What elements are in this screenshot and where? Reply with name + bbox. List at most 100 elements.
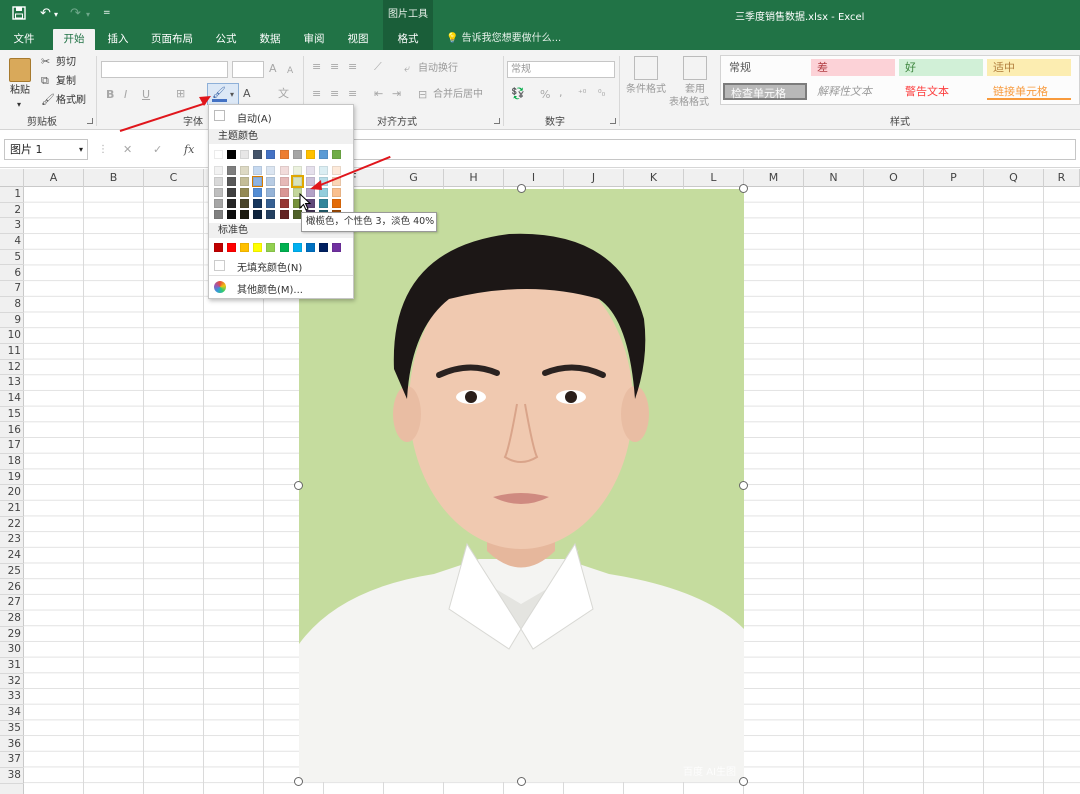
alignment-launcher-icon[interactable] — [494, 118, 500, 124]
number-launcher-icon[interactable] — [610, 118, 616, 124]
italic-button[interactable]: I — [124, 88, 127, 102]
color-swatch[interactable] — [240, 150, 250, 159]
color-swatch[interactable] — [266, 177, 276, 186]
column-header[interactable]: M — [744, 169, 804, 187]
resize-handle[interactable] — [739, 184, 748, 193]
row-header[interactable]: 34 — [0, 705, 24, 721]
table-format-label-2[interactable]: 表格格式 — [669, 96, 709, 110]
column-header[interactable]: Q — [984, 169, 1044, 187]
cut-button[interactable]: 剪切 — [56, 56, 76, 70]
orientation-icon[interactable]: ⟋ — [374, 60, 382, 74]
tab-format[interactable]: 格式 — [383, 29, 433, 50]
color-swatch[interactable] — [266, 150, 276, 159]
row-header[interactable]: 16 — [0, 423, 24, 439]
color-swatch[interactable] — [292, 150, 302, 159]
style-bad[interactable]: 差 — [811, 59, 895, 76]
column-header[interactable]: J — [564, 169, 624, 187]
confirm-entry-icon[interactable]: ✓ — [153, 143, 162, 157]
tell-me-box[interactable]: 💡 告诉我您想要做什么... — [446, 29, 561, 50]
column-header[interactable]: C — [144, 169, 204, 187]
color-swatch[interactable] — [279, 199, 289, 208]
color-swatch[interactable] — [279, 243, 289, 252]
select-all-corner[interactable] — [0, 169, 24, 187]
tab-review[interactable]: 审阅 — [294, 29, 334, 50]
bold-button[interactable]: B — [106, 88, 114, 102]
style-linked[interactable]: 链接单元格 — [987, 83, 1071, 100]
color-swatch[interactable] — [266, 188, 276, 197]
color-swatch[interactable] — [331, 243, 341, 252]
resize-handle[interactable] — [517, 184, 526, 193]
color-swatch[interactable] — [253, 166, 263, 175]
color-swatch[interactable] — [227, 177, 237, 186]
color-swatch[interactable] — [253, 210, 263, 219]
column-header[interactable]: G — [384, 169, 444, 187]
color-swatch[interactable] — [253, 188, 263, 197]
decrease-indent-icon[interactable]: ⇤ — [374, 87, 383, 101]
resize-handle[interactable] — [294, 777, 303, 786]
align-left-icon[interactable]: ≡ — [312, 87, 321, 101]
more-colors-item[interactable]: 其他颜色(M)... — [237, 281, 303, 296]
row-header[interactable]: 18 — [0, 454, 24, 470]
grow-font-icon[interactable]: A — [269, 62, 277, 76]
row-header[interactable]: 37 — [0, 752, 24, 768]
resize-handle[interactable] — [739, 481, 748, 490]
color-swatch[interactable] — [266, 243, 276, 252]
color-swatch[interactable] — [227, 150, 237, 159]
resize-handle[interactable] — [294, 481, 303, 490]
undo-dropdown-icon[interactable]: ▾ — [54, 10, 58, 19]
comma-button[interactable]: , — [559, 86, 563, 100]
color-swatch[interactable] — [305, 243, 315, 252]
color-swatch[interactable] — [227, 243, 237, 252]
color-swatch[interactable] — [240, 177, 250, 186]
column-header[interactable]: N — [804, 169, 864, 187]
row-header[interactable]: 4 — [0, 234, 24, 250]
color-swatch[interactable] — [279, 188, 289, 197]
row-header[interactable]: 19 — [0, 470, 24, 486]
row-header[interactable]: 27 — [0, 595, 24, 611]
save-icon[interactable] — [12, 6, 26, 24]
color-swatch[interactable] — [331, 188, 341, 197]
row-header[interactable]: 21 — [0, 501, 24, 517]
portrait-picture[interactable]: 百度 AI生图 — [299, 189, 744, 782]
color-swatch[interactable] — [240, 210, 250, 219]
color-swatch[interactable] — [253, 150, 263, 159]
color-swatch[interactable] — [214, 188, 223, 197]
style-normal[interactable]: 常规 — [723, 59, 807, 76]
resize-handle[interactable] — [739, 777, 748, 786]
borders-icon[interactable]: ⊞ — [176, 87, 185, 101]
align-right-icon[interactable]: ≡ — [348, 87, 357, 101]
name-box[interactable]: 图片 1 ▾ — [4, 139, 88, 160]
percent-button[interactable]: % — [540, 88, 550, 102]
row-header[interactable]: 38 — [0, 768, 24, 784]
color-swatch[interactable] — [266, 166, 276, 175]
color-swatch[interactable] — [318, 150, 328, 159]
row-header[interactable]: 25 — [0, 564, 24, 580]
name-box-dropdown-icon[interactable]: ▾ — [79, 140, 83, 159]
column-header[interactable]: K — [624, 169, 684, 187]
row-header[interactable]: 32 — [0, 674, 24, 690]
row-header[interactable]: 36 — [0, 737, 24, 753]
tab-file[interactable]: 文件 — [4, 29, 44, 50]
row-header[interactable]: 9 — [0, 313, 24, 329]
color-swatch[interactable] — [214, 177, 223, 186]
color-swatch[interactable] — [214, 210, 223, 219]
style-good[interactable]: 好 — [899, 59, 983, 76]
color-swatch[interactable] — [227, 199, 237, 208]
row-header[interactable]: 30 — [0, 642, 24, 658]
column-header[interactable]: R — [1044, 169, 1080, 187]
row-header[interactable]: 17 — [0, 438, 24, 454]
row-header[interactable]: 7 — [0, 281, 24, 297]
row-header[interactable]: 29 — [0, 627, 24, 643]
tab-insert[interactable]: 插入 — [98, 29, 138, 50]
redo-icon[interactable]: ↷ — [70, 6, 81, 21]
column-header[interactable]: A — [24, 169, 84, 187]
shrink-font-icon[interactable]: A — [287, 64, 293, 78]
align-top-icon[interactable]: ≡ — [312, 60, 321, 74]
underline-button[interactable]: U — [142, 88, 150, 102]
row-header[interactable]: 5 — [0, 250, 24, 266]
row-header[interactable]: 23 — [0, 532, 24, 549]
row-header[interactable]: 3 — [0, 218, 24, 235]
row-header[interactable]: 22 — [0, 517, 24, 533]
merge-center-button[interactable]: 合并后居中 — [433, 88, 483, 102]
row-header[interactable]: 2 — [0, 203, 24, 219]
